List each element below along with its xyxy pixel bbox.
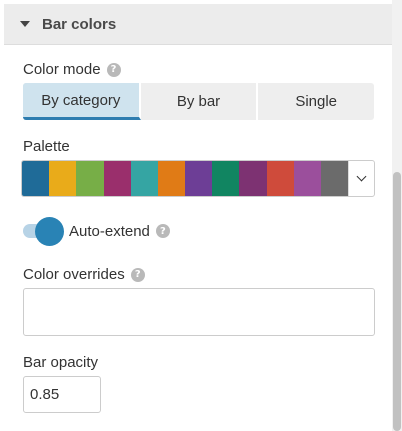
bar-colors-panel: Bar colors Color mode ? By category By b…	[0, 0, 392, 431]
palette-swatch	[157, 161, 186, 196]
palette-label: Palette	[23, 138, 70, 155]
help-icon[interactable]: ?	[106, 62, 121, 77]
help-icon[interactable]: ?	[155, 224, 170, 238]
palette-swatch	[185, 161, 213, 196]
palette-swatch	[266, 161, 294, 196]
auto-extend-label: Auto-extend	[69, 222, 150, 240]
scrollbar[interactable]	[392, 0, 402, 431]
palette-swatch	[103, 161, 131, 196]
palette-dropdown-button[interactable]	[348, 161, 374, 196]
scrollbar-thumb[interactable]	[393, 172, 401, 431]
auto-extend-row: Auto-extend ?	[23, 216, 170, 246]
toggle-knob	[35, 217, 64, 246]
help-icon[interactable]: ?	[130, 267, 145, 282]
palette-swatch	[22, 161, 50, 196]
caret-down-icon	[20, 21, 30, 27]
palette-swatch	[130, 161, 158, 196]
auto-extend-toggle[interactable]	[23, 216, 65, 246]
color-mode-by-bar[interactable]: By bar	[141, 83, 259, 120]
color-overrides-label-row: Color overrides ?	[23, 266, 145, 283]
chevron-down-icon	[356, 171, 367, 182]
palette-swatch	[293, 161, 321, 196]
palette-swatch	[49, 161, 77, 196]
palette-select[interactable]	[21, 160, 375, 197]
color-overrides-input[interactable]	[23, 288, 375, 336]
section-title: Bar colors	[42, 15, 117, 33]
section-header-bar-colors[interactable]: Bar colors	[4, 4, 392, 45]
palette-swatch	[76, 161, 104, 196]
color-overrides-label: Color overrides	[23, 266, 125, 283]
bar-opacity-label: Bar opacity	[23, 354, 99, 371]
color-mode-by-category[interactable]: By category	[23, 83, 141, 120]
bar-opacity-input[interactable]	[23, 376, 101, 413]
palette-swatch	[320, 161, 349, 196]
color-mode-label: Color mode	[23, 61, 101, 78]
color-mode-label-row: Color mode ?	[23, 61, 121, 78]
palette-swatches	[22, 161, 349, 196]
color-mode-selector: By category By bar Single	[23, 83, 374, 120]
color-mode-single[interactable]: Single	[258, 83, 374, 120]
palette-swatch	[239, 161, 267, 196]
palette-swatch	[212, 161, 240, 196]
